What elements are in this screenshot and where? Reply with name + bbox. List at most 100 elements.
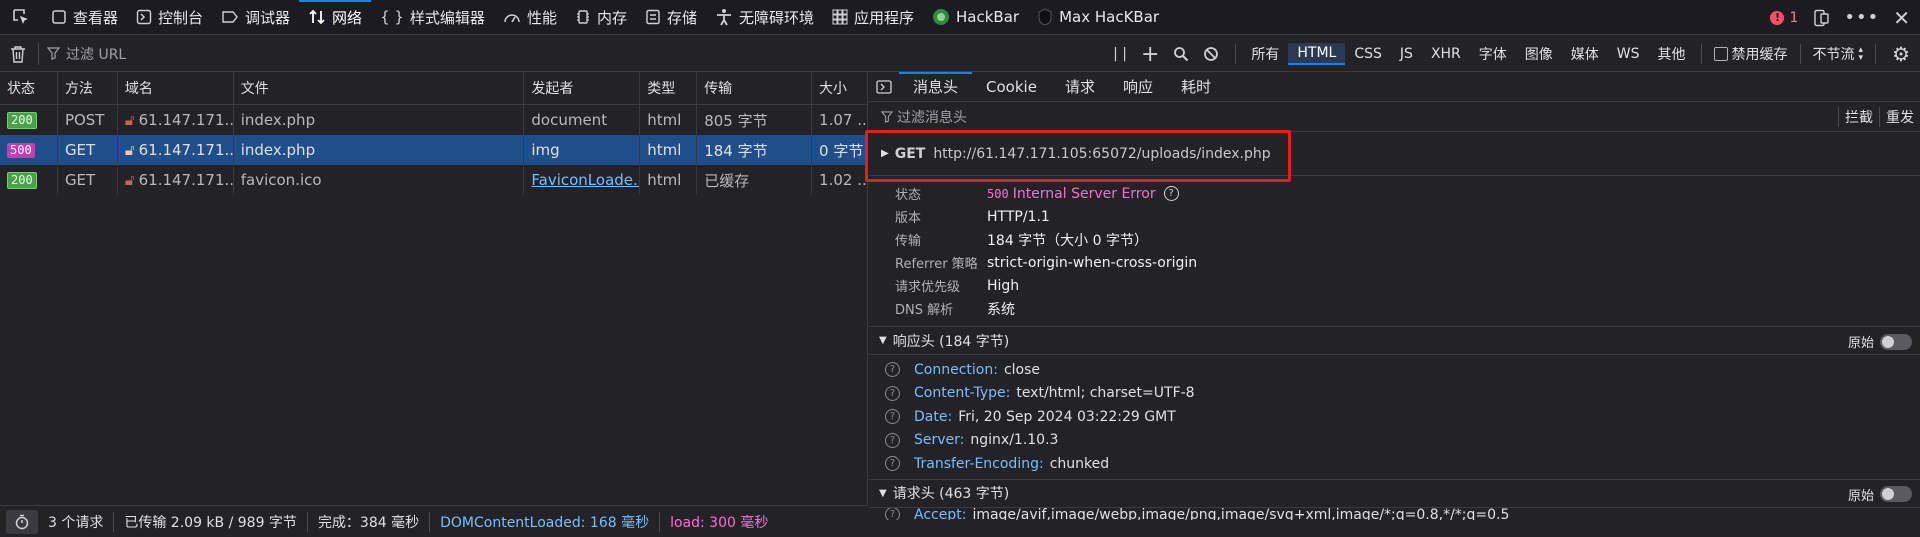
type-filter-css[interactable]: CSS: [1345, 44, 1391, 64]
disable-cache-label: 禁用缓存: [1731, 47, 1788, 63]
type-filter-all[interactable]: 所有: [1242, 42, 1288, 66]
type-filter-js[interactable]: JS: [1391, 44, 1422, 64]
tab-storage[interactable]: 存储: [636, 0, 706, 35]
column-header-initiator[interactable]: 发起者: [524, 72, 641, 104]
tab-application[interactable]: 应用程序: [823, 0, 923, 35]
column-header-file[interactable]: 文件: [234, 72, 525, 104]
tab-debugger[interactable]: 调试器: [212, 0, 299, 35]
tab-accessibility[interactable]: 无障碍环境: [706, 0, 823, 35]
tab-memory[interactable]: 内存: [566, 0, 636, 35]
pause-icon[interactable]: | |: [1113, 46, 1127, 62]
tab-response[interactable]: 响应: [1109, 72, 1167, 102]
toggle-sidebar-icon[interactable]: [869, 79, 899, 94]
column-header-domain[interactable]: 域名: [118, 72, 234, 104]
request-line[interactable]: ▶ GET http://61.147.171.105:65072/upload…: [865, 130, 1920, 182]
table-row[interactable]: 500 GET 🔓︎ 61.147.171... index.php img ht…: [0, 135, 867, 165]
column-header-size[interactable]: 大小: [812, 72, 867, 104]
debugger-icon: [221, 9, 239, 25]
filter-icon: [47, 47, 60, 60]
tab-label: 无障碍环境: [738, 8, 814, 27]
help-icon[interactable]: ?: [885, 432, 900, 448]
resend-button[interactable]: 重发: [1879, 107, 1920, 127]
column-header-type[interactable]: 类型: [640, 72, 698, 104]
tab-request[interactable]: 请求: [1051, 72, 1109, 102]
tab-console[interactable]: 控制台: [127, 0, 212, 35]
header-row: ? Transfer-Encoding: chunked: [869, 452, 1920, 476]
help-icon[interactable]: ?: [1163, 186, 1179, 201]
tab-style-editor[interactable]: { } 样式编辑器: [371, 0, 494, 35]
block-icon[interactable]: [1203, 46, 1219, 62]
more-options-icon[interactable]: •••: [1844, 7, 1879, 28]
status-text: Internal Server Error: [1012, 185, 1156, 202]
summary-key: 版本: [895, 211, 922, 226]
tab-cookies[interactable]: Cookie: [972, 72, 1051, 102]
close-icon[interactable]: ✕: [1893, 6, 1910, 30]
type-filter-html[interactable]: HTML: [1288, 43, 1346, 65]
tab-timings[interactable]: 耗时: [1167, 72, 1225, 102]
trash-icon[interactable]: [10, 45, 26, 63]
request-headers-section[interactable]: ▼ 请求头 (463 字节) 原始: [869, 478, 1920, 509]
tab-label: 性能: [526, 8, 557, 27]
stopwatch-icon[interactable]: [6, 509, 38, 534]
add-request-icon[interactable]: +: [1141, 42, 1159, 67]
tab-inspector[interactable]: 查看器: [42, 0, 127, 35]
tab-headers[interactable]: 消息头: [899, 71, 973, 102]
throttle-select[interactable]: 不节流 ▴ ▾: [1807, 44, 1870, 64]
initiator-link[interactable]: FaviconLoade...: [531, 171, 639, 189]
url-filter-input[interactable]: 过滤 URL: [47, 44, 126, 64]
tab-hackbar[interactable]: HackBar: [923, 0, 1028, 35]
table-row[interactable]: 200 POST 🔓︎ 61.147.171... index.php docum…: [0, 105, 867, 135]
collapse-arrow-icon: ▼: [879, 335, 887, 346]
help-icon[interactable]: ?: [885, 409, 900, 425]
type-cell: html: [640, 105, 698, 135]
status-cell: 200: [0, 165, 58, 195]
raw-toggle[interactable]: 原始: [1848, 327, 1912, 356]
raw-toggle[interactable]: 原始: [1848, 480, 1912, 509]
help-icon[interactable]: ?: [885, 456, 900, 472]
transfer-cell: 已缓存: [697, 165, 813, 195]
header-value: image/avif,image/webp,image/png,image/sv…: [972, 507, 1510, 520]
block-button[interactable]: 拦截: [1838, 107, 1879, 127]
disable-cache-checkbox[interactable]: 禁用缓存: [1708, 44, 1794, 64]
type-filter-media[interactable]: 媒体: [1562, 42, 1608, 66]
error-count-badge[interactable]: ! 1: [1770, 10, 1798, 26]
column-header-status[interactable]: 状态: [0, 72, 58, 104]
error-icon: !: [1770, 10, 1785, 25]
header-value: chunked: [1049, 455, 1110, 472]
request-headers-list: ? Accept: image/avif,image/webp,image/png,…: [869, 507, 1920, 520]
tab-label: 查看器: [73, 8, 119, 27]
type-filter-images[interactable]: 图像: [1516, 42, 1562, 66]
method-cell: POST: [58, 105, 118, 135]
tab-label: 应用程序: [854, 8, 915, 27]
gear-icon[interactable]: ⚙: [1892, 42, 1910, 66]
type-filter-xhr[interactable]: XHR: [1422, 44, 1470, 64]
initiator-cell[interactable]: FaviconLoade...: [524, 165, 641, 195]
tab-label: 存储: [666, 8, 697, 27]
summary-referrer-policy: Referrer 策略 strict-origin-when-cross-orig…: [869, 251, 1920, 274]
tab-max-hackbar[interactable]: Max HacKBar: [1028, 0, 1168, 35]
summary-key: DNS 解析: [895, 303, 954, 318]
response-headers-section[interactable]: ▼ 响应头 (184 字节) 原始: [869, 326, 1920, 355]
table-row[interactable]: 200 GET 🔓︎ 61.147.171... favicon.ico Favi…: [0, 165, 867, 195]
size-cell: 1.07 ...: [819, 111, 867, 129]
load-time: load: 300 毫秒: [670, 514, 769, 531]
type-filter-fonts[interactable]: 字体: [1470, 42, 1516, 66]
tab-performance[interactable]: 性能: [494, 0, 566, 35]
responsive-design-icon[interactable]: [1812, 9, 1830, 27]
checkbox-box: [1713, 47, 1728, 61]
header-name: Server:: [914, 432, 965, 449]
summary-key: Referrer 策略: [895, 257, 978, 272]
type-filter-other[interactable]: 其他: [1649, 42, 1695, 66]
details-tabs: 消息头 Cookie 请求 响应 耗时: [869, 71, 1920, 102]
element-picker-icon[interactable]: [0, 0, 42, 35]
help-icon[interactable]: ?: [885, 362, 900, 378]
column-header-method[interactable]: 方法: [58, 72, 118, 104]
type-filter-ws[interactable]: WS: [1608, 44, 1649, 64]
column-header-transfer[interactable]: 传输: [697, 72, 813, 104]
headers-filter[interactable]: 过滤消息头 拦截 重发: [869, 102, 1920, 132]
help-icon[interactable]: ?: [885, 385, 900, 401]
search-icon[interactable]: [1173, 46, 1189, 62]
request-headers-title: 请求头 (463 字节): [892, 486, 1010, 502]
help-icon[interactable]: ?: [885, 507, 900, 520]
tab-network[interactable]: 网络: [299, 0, 372, 35]
